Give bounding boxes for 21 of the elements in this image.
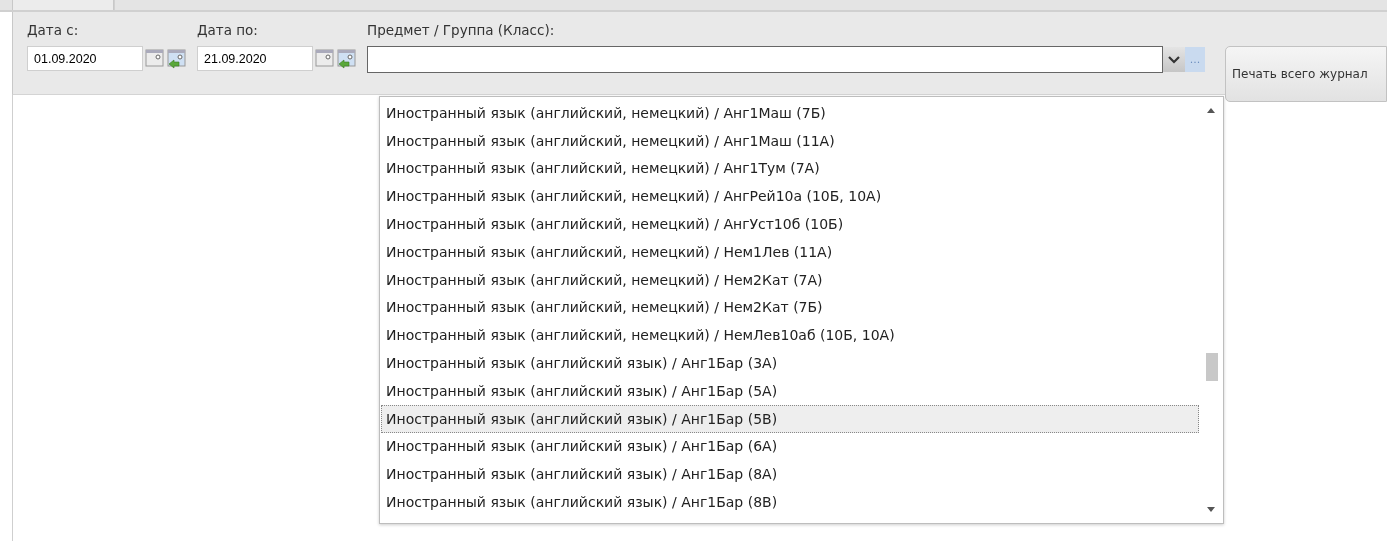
dropdown-item[interactable]: Иностранный язык (английский язык) / Анг1Бар (8В): [381, 488, 1199, 516]
dropdown-item[interactable]: Иностранный язык (английский язык) / Анг1Бар (3А): [381, 349, 1199, 377]
date-from-field[interactable]: 01.09.2020: [27, 46, 143, 71]
dropdown-item[interactable]: Иностранный язык (английский, немецкий) / АнгУст10б (10Б): [381, 210, 1199, 238]
dropdown-item[interactable]: Иностранный язык (английский, немецкий) / АнгРей10а (10Б, 10А): [381, 182, 1199, 211]
date-to-label: Дата по:: [197, 22, 259, 40]
dropdown-item[interactable]: Иностранный язык (английский, немецкий) / Нем1Лев (11А): [381, 238, 1199, 266]
dropdown-item[interactable]: Иностранный язык (английский, немецкий) / Анг1Тум (7А): [381, 154, 1199, 183]
dropdown-item[interactable]: Иностранный язык (английский, немецкий) / Нем2Кат (7А): [381, 265, 1199, 294]
dropdown-item[interactable]: Иностранный язык (английский, немецкий) / Нем2Кат (7Б): [381, 293, 1199, 322]
dropdown-item[interactable]: Иностранный язык (английский язык) / Анг1Бар (5А): [381, 376, 1199, 405]
subject-group-label: Предмет / Группа (Класс):: [367, 22, 556, 40]
dropdown-item[interactable]: Иностранный язык (английский, немецкий) / НемЛев10аб (10Б, 10А): [381, 321, 1199, 350]
date-from-label: Дата с:: [27, 22, 80, 40]
dropdown-item[interactable]: Иностранный язык (английский, немецкий) / Анг1Маш (11А): [381, 126, 1199, 155]
dropdown-item[interactable]: Иностранный язык (английский язык) / Анг1Бар (8А): [381, 460, 1199, 489]
print-journal-button[interactable]: Печать всего журнал: [1225, 46, 1387, 102]
date-to-field[interactable]: 21.09.2020: [197, 46, 313, 71]
dropdown-item[interactable]: Иностранный язык (английский язык) / Анг1Бар (6А): [381, 432, 1199, 461]
dropdown-item[interactable]: Иностранный язык (английский, немецкий) / Анг1Маш (7Б): [381, 99, 1199, 127]
dropdown-item[interactable]: Иностранный язык (английский язык) / Анг1Бар (5В): [381, 404, 1199, 433]
